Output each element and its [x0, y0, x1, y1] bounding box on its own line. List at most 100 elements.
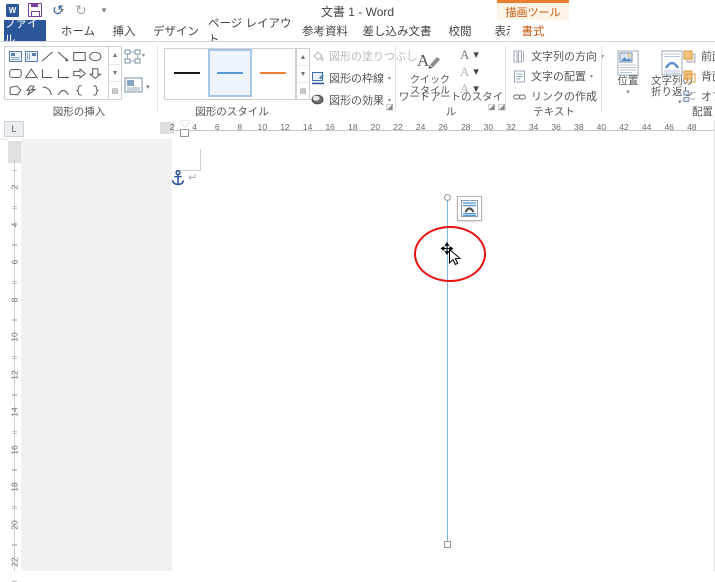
paragraph-mark: ↵: [188, 172, 198, 184]
ribbon-tab-row: ファイル ホーム 挿入 デザイン ページ レイアウト 参考資料 差し込み文書 校…: [0, 18, 715, 46]
left-brace-icon[interactable]: [71, 82, 87, 98]
selection-pane-button[interactable]: オブジ: [682, 86, 715, 106]
shape-gallery-more-icon[interactable]: ▤: [109, 82, 121, 99]
ruler-number: 4: [192, 122, 197, 132]
block-arrow-right-icon[interactable]: [71, 65, 87, 81]
position-chevron-down-icon[interactable]: ▾: [626, 87, 630, 98]
vertical-ruler-tick: [12, 470, 17, 471]
ruler-number: 36: [551, 122, 561, 132]
tab-design[interactable]: デザイン: [150, 20, 202, 42]
text-dialog-launcher[interactable]: ◪: [498, 102, 506, 111]
text-box-vertical-icon[interactable]: [23, 48, 39, 64]
tab-mailings[interactable]: 差し込み文書: [358, 20, 436, 42]
tab-stop-selector-button[interactable]: L: [4, 121, 24, 137]
draw-text-box-button[interactable]: ▾: [124, 74, 154, 98]
edit-shape-button[interactable]: ▾: [124, 46, 154, 70]
move-cursor: [440, 241, 464, 266]
text-fill-icon: A: [460, 46, 470, 62]
send-backward-label: 背面へ: [701, 71, 715, 83]
layout-options-button[interactable]: [457, 196, 482, 221]
wrap-text-icon: [660, 46, 684, 76]
elbow-connector-2-icon[interactable]: [55, 65, 71, 81]
group-label-text: テキスト: [533, 106, 575, 118]
align-text-icon: [512, 69, 527, 84]
tab-home[interactable]: ホーム: [56, 20, 100, 42]
vertical-ruler-tick: [12, 507, 17, 509]
object-anchor-icon[interactable]: [170, 169, 186, 186]
shape-outline-chevron-down-icon[interactable]: ▾: [388, 75, 391, 82]
shape-outline-label: 図形の枠線: [329, 73, 384, 85]
shape-styles-dialog-launcher[interactable]: ◪: [386, 102, 394, 111]
shape-gallery-scroll[interactable]: ▲ ▼ ▤: [108, 46, 122, 100]
vertical-ruler-number: 10: [9, 332, 20, 342]
ruler-number: 20: [370, 122, 381, 132]
shape-gallery[interactable]: [4, 46, 109, 100]
pentagon-icon[interactable]: [7, 82, 23, 98]
create-link-button[interactable]: リンクの作成: [512, 86, 597, 106]
tab-insert[interactable]: 挿入: [106, 20, 142, 42]
ribbon-group-arrange: 位置 ▾ 文字列の 折り返し ▾ 前 背 オ 配置: [602, 42, 715, 120]
shape-gallery-scroll-up-icon[interactable]: ▲: [109, 47, 121, 65]
send-backward-button[interactable]: 背面へ: [682, 66, 715, 86]
block-arrow-down-icon[interactable]: [87, 65, 103, 81]
wrap-text-chevron-down-icon[interactable]: ▾: [678, 92, 682, 112]
tab-references[interactable]: 参考資料: [296, 20, 354, 42]
rectangle-icon[interactable]: [71, 48, 87, 64]
text-box-horizontal-icon[interactable]: [7, 48, 23, 64]
ruler-number: 12: [280, 122, 290, 132]
position-button[interactable]: 位置 ▾: [604, 46, 652, 98]
vertical-ruler-number: 6: [9, 259, 20, 265]
tab-file[interactable]: ファイル: [4, 18, 46, 46]
right-brace-icon[interactable]: [87, 82, 103, 98]
shape-gallery-scroll-down-icon[interactable]: ▼: [109, 65, 121, 83]
connector-handle-bottom[interactable]: [444, 541, 451, 548]
vertical-ruler-number: 2: [9, 184, 20, 190]
arc-icon[interactable]: [39, 82, 55, 98]
layout-options-icon: [461, 200, 478, 217]
line-icon[interactable]: [39, 48, 55, 64]
align-text-button[interactable]: 文字の配置 ▾: [512, 66, 593, 86]
selection-pane-icon: [682, 89, 697, 104]
text-fill-chevron-down-icon[interactable]: ▾: [473, 48, 479, 61]
document-page[interactable]: [172, 139, 715, 571]
vertical-ruler-number: 14: [9, 407, 20, 417]
ruler-number: 2: [169, 122, 175, 132]
text-direction-button[interactable]: 文字列の方向 ▾: [512, 46, 604, 66]
group-label-arrange: 配置: [692, 106, 713, 118]
elbow-connector-icon[interactable]: [39, 65, 55, 81]
align-text-chevron-down-icon[interactable]: ▾: [590, 73, 593, 80]
selection-pane-label: オブジ: [701, 91, 715, 103]
document-canvas[interactable]: [21, 139, 715, 571]
create-link-icon: [512, 89, 527, 104]
ribbon: ▲ ▼ ▤ ▾ ▾ 図形の挿入 ▲ ▼ ▤ 図形のスタイル 図形の塗りつぶし ▾…: [0, 42, 715, 120]
shape-style-thumb-blue[interactable]: [208, 49, 252, 97]
arc-2-icon[interactable]: [55, 82, 71, 98]
position-icon: [616, 46, 640, 76]
tab-format[interactable]: 書式: [510, 20, 556, 42]
shape-style-thumb-black[interactable]: [165, 49, 208, 97]
wordart-quick-styles-label-1: クイック: [410, 75, 450, 86]
tab-page-layout[interactable]: ページ レイアウト: [208, 18, 294, 46]
lightning-bolt-icon[interactable]: [23, 82, 39, 98]
shape-outline-icon: [310, 71, 325, 86]
tab-review[interactable]: 校閲: [440, 20, 480, 42]
group-label-wordart: ワードアートのスタイル: [398, 91, 504, 118]
ruler-number: 26: [438, 122, 448, 132]
shape-effects-button[interactable]: 図形の効果 ▾: [310, 90, 391, 110]
text-outline-button[interactable]: A ▾: [460, 63, 494, 80]
shape-styles-gallery[interactable]: [164, 48, 296, 100]
oval-icon[interactable]: [87, 48, 103, 64]
triangle-icon[interactable]: [23, 65, 39, 81]
shape-style-thumb-orange[interactable]: [252, 49, 295, 97]
shape-effects-icon: [310, 93, 325, 108]
arrow-icon[interactable]: [55, 48, 71, 64]
ruler-number: 30: [483, 122, 494, 132]
connector-handle-top[interactable]: [444, 194, 451, 201]
bring-forward-button[interactable]: 前面へ: [682, 46, 715, 66]
text-outline-chevron-down-icon[interactable]: ▾: [473, 65, 479, 78]
wordart-quick-styles-icon: A: [417, 51, 440, 70]
vertical-ruler-tick: [12, 245, 17, 246]
text-fill-button[interactable]: A ▾: [460, 46, 494, 63]
shape-outline-button[interactable]: 図形の枠線 ▾: [310, 68, 391, 88]
rounded-rectangle-icon[interactable]: [7, 65, 23, 81]
